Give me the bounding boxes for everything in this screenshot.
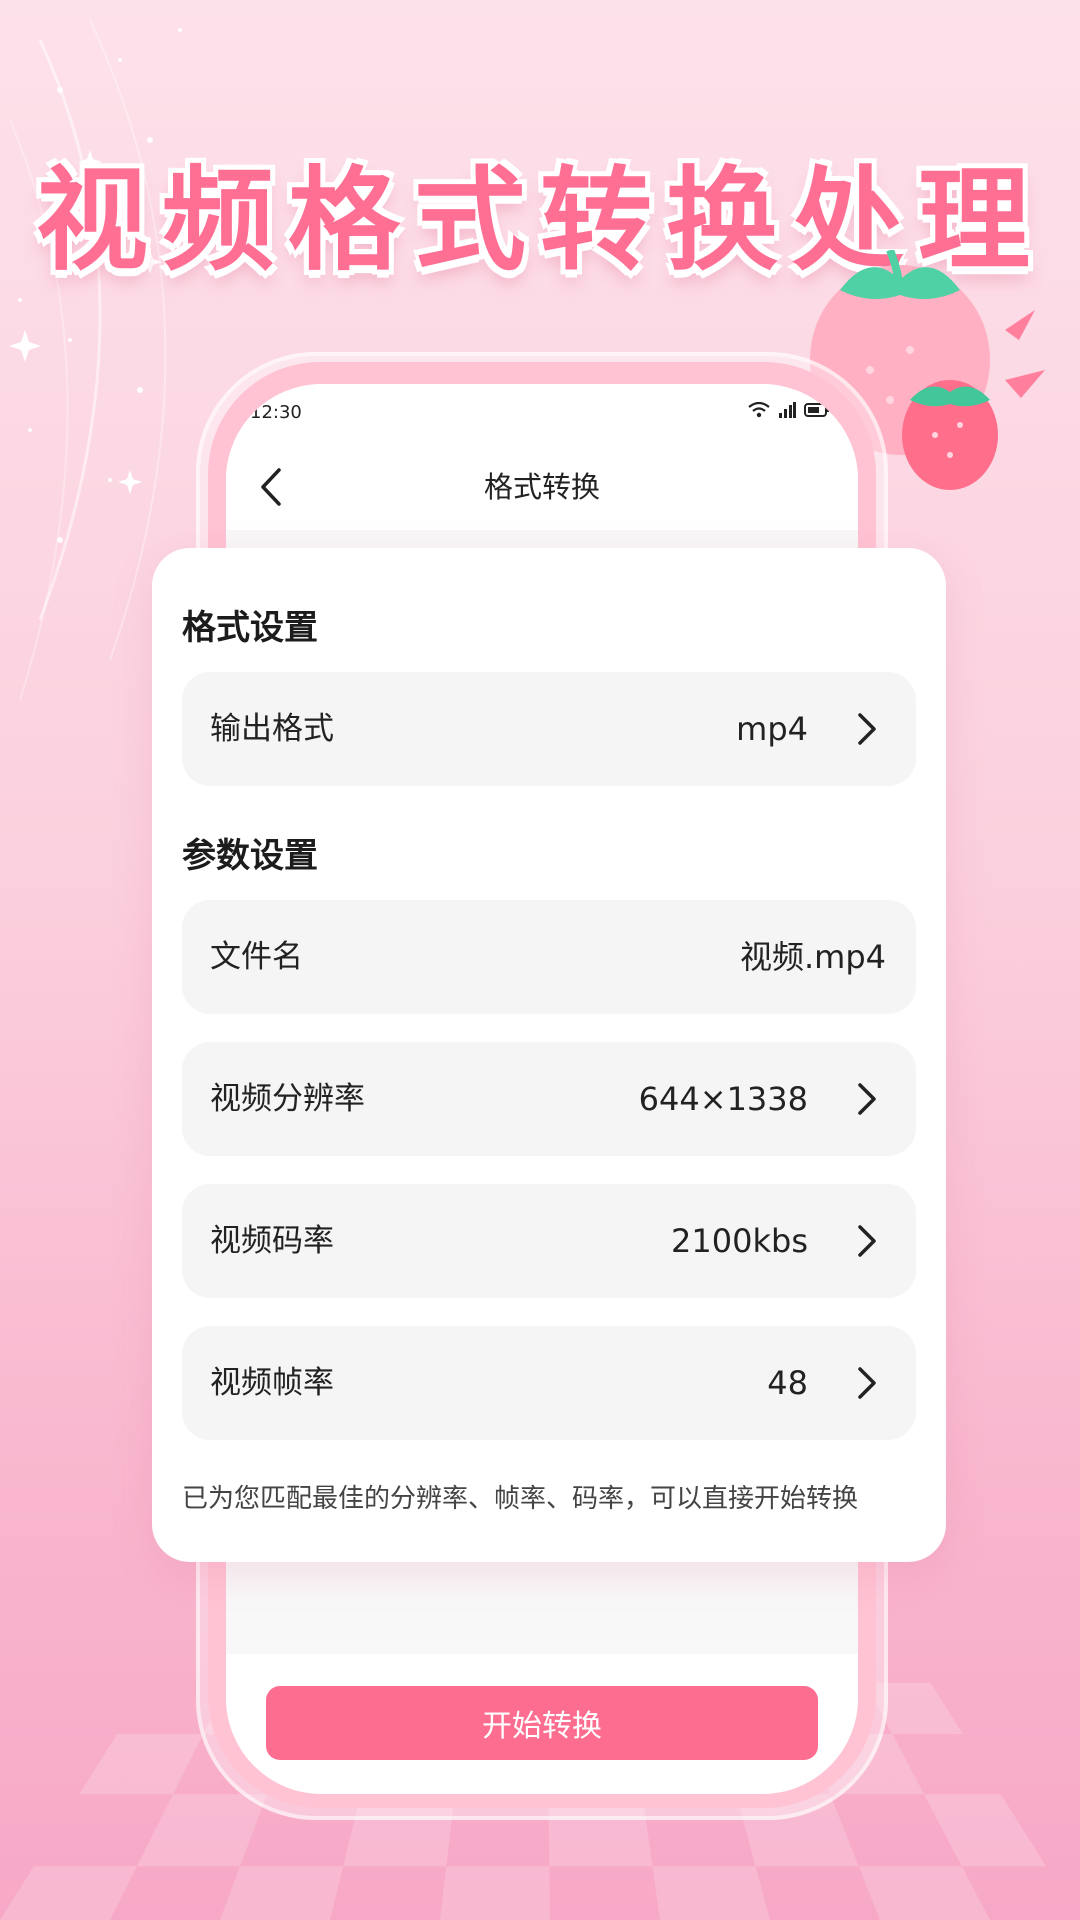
row-label: 视频码率 bbox=[210, 1223, 334, 1259]
chevron-right-icon bbox=[858, 1083, 876, 1115]
format-section-title: 格式设置 bbox=[182, 608, 318, 648]
start-convert-button[interactable]: 开始转换 bbox=[266, 1686, 818, 1760]
status-time: 12:30 bbox=[250, 402, 302, 423]
chevron-right-icon bbox=[858, 1367, 876, 1399]
signal-icon bbox=[779, 402, 796, 418]
row-value: mp4 bbox=[736, 710, 808, 748]
row-value: 视频.mp4 bbox=[739, 938, 886, 976]
nav-bar: 格式转换 bbox=[226, 444, 858, 530]
file-name-row[interactable]: 文件名 视频.mp4 bbox=[182, 900, 916, 1014]
row-label: 文件名 bbox=[210, 939, 303, 975]
chevron-right-icon bbox=[858, 713, 876, 745]
bitrate-row[interactable]: 视频码率 2100kbs bbox=[182, 1184, 916, 1298]
framerate-row[interactable]: 视频帧率 48 bbox=[182, 1326, 916, 1440]
nav-title: 格式转换 bbox=[483, 470, 600, 504]
wifi-icon bbox=[748, 402, 770, 418]
output-format-row[interactable]: 输出格式 mp4 bbox=[182, 672, 916, 786]
hint-text: 已为您匹配最佳的分辨率、帧率、码率，可以直接开始转换 bbox=[182, 1484, 859, 1514]
row-value: 2100kbs bbox=[671, 1222, 808, 1260]
row-value: 644×1338 bbox=[638, 1080, 808, 1118]
battery-icon bbox=[804, 403, 829, 417]
chevron-right-icon bbox=[858, 1225, 876, 1257]
settings-card: 格式设置 输出格式 mp4 参数设置 文件名 视频.mp4 视频分辨率 644×… bbox=[152, 548, 946, 1562]
status-icons bbox=[748, 402, 830, 418]
params-section-title: 参数设置 bbox=[182, 836, 318, 876]
status-bar: 12:30 bbox=[226, 384, 858, 444]
row-label: 视频分辨率 bbox=[210, 1081, 365, 1117]
row-label: 输出格式 bbox=[210, 711, 334, 747]
resolution-row[interactable]: 视频分辨率 644×1338 bbox=[182, 1042, 916, 1156]
row-value: 48 bbox=[767, 1364, 808, 1402]
row-label: 视频帧率 bbox=[210, 1365, 334, 1401]
